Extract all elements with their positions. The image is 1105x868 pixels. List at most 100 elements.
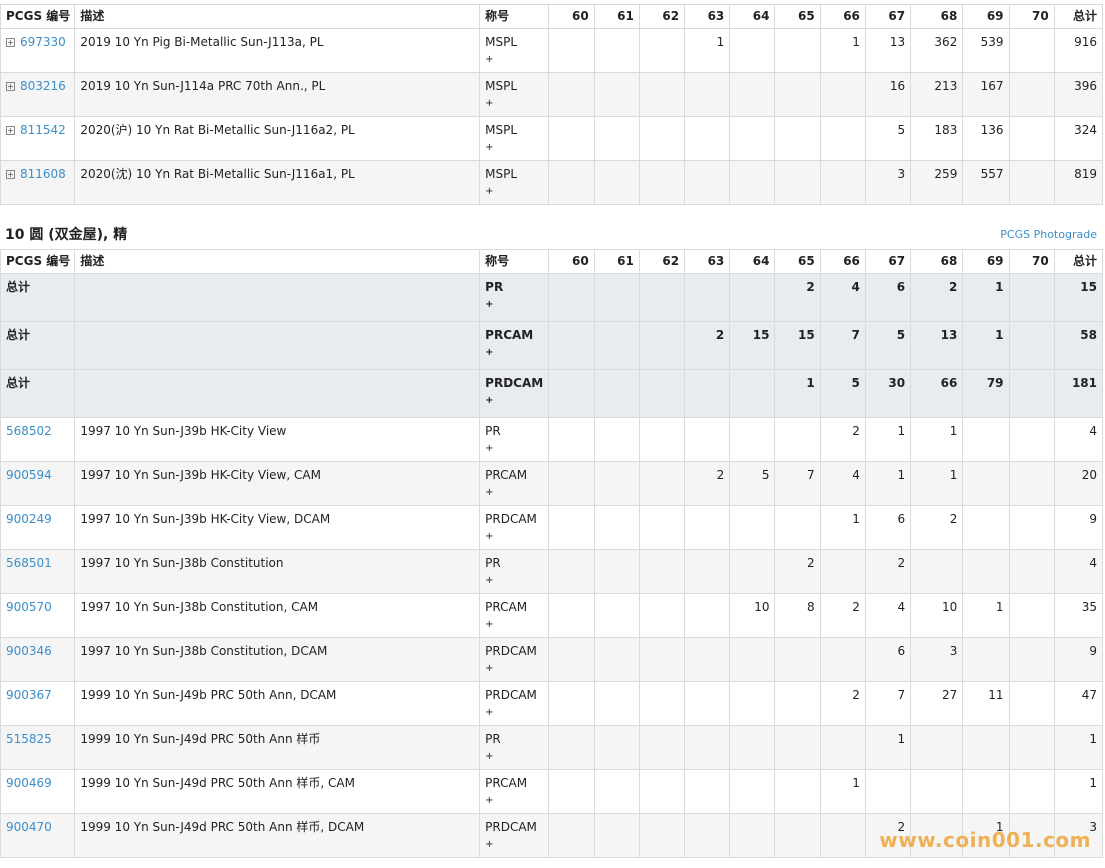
grade-cell[interactable]: 2 [684,461,731,506]
grade-cell[interactable]: 4 [819,461,866,506]
grade-cell[interactable]: 259 [910,160,964,205]
column-header[interactable]: 称号 [479,4,550,29]
grade-cell[interactable]: 1 [774,369,821,418]
grade-cell[interactable]: 66 [910,369,964,418]
expand-icon[interactable]: + [6,170,15,179]
grade-cell[interactable]: 183 [910,116,964,161]
grade-cell[interactable]: 2 [819,681,866,726]
grade-cell[interactable]: 3 [910,637,964,682]
pcgs-code-link[interactable]: 900249 [6,512,52,526]
column-header[interactable]: 60 [548,249,595,274]
column-header[interactable]: 67 [864,4,912,29]
column-header[interactable]: 63 [684,249,731,274]
column-header[interactable]: 63 [684,4,731,29]
grade-cell[interactable]: 1 [864,725,912,770]
grade-cell[interactable]: 7 [819,321,866,370]
pcgs-code-link[interactable]: 697330 [20,35,66,49]
column-header[interactable]: 62 [638,249,686,274]
grade-cell[interactable]: 1 [819,769,866,814]
total-cell[interactable]: 20 [1053,461,1104,506]
grade-cell[interactable]: 8 [774,593,821,638]
total-cell[interactable]: 35 [1053,593,1104,638]
pcgs-code-link[interactable]: 803216 [20,79,66,93]
grade-cell[interactable]: 1 [819,28,866,73]
grade-cell[interactable]: 539 [962,28,1010,73]
total-cell[interactable]: 1 [1053,769,1104,814]
grade-cell[interactable]: 15 [729,321,776,370]
total-cell[interactable]: 1 [1053,725,1104,770]
column-header[interactable]: 64 [729,249,776,274]
grade-cell[interactable]: 10 [910,593,964,638]
total-cell[interactable]: 916 [1053,28,1104,73]
grade-cell[interactable]: 6 [864,637,912,682]
grade-cell[interactable]: 13 [864,28,912,73]
pcgs-code-link[interactable]: 900594 [6,468,52,482]
column-header[interactable]: 70 [1008,249,1055,274]
total-cell[interactable]: 15 [1053,273,1104,322]
pcgs-code-link[interactable]: 900470 [6,820,52,834]
pcgs-code-link[interactable]: 568502 [6,424,52,438]
grade-cell[interactable]: 30 [864,369,912,418]
grade-cell[interactable]: 4 [864,593,912,638]
column-header[interactable]: 68 [910,249,964,274]
grade-cell[interactable]: 2 [910,505,964,550]
expand-icon[interactable]: + [6,82,15,91]
grade-cell[interactable]: 136 [962,116,1010,161]
grade-cell[interactable]: 1 [819,505,866,550]
grade-cell[interactable]: 167 [962,72,1010,117]
grade-cell[interactable]: 1 [962,593,1010,638]
grade-cell[interactable]: 7 [864,681,912,726]
pcgs-code-link[interactable]: 811542 [20,123,66,137]
grade-cell[interactable]: 1 [910,461,964,506]
pcgs-code-link[interactable]: 900570 [6,600,52,614]
grade-cell[interactable]: 11 [962,681,1010,726]
column-header[interactable]: 总计 [1053,4,1104,29]
total-cell[interactable]: 819 [1053,160,1104,205]
grade-cell[interactable]: 16 [864,72,912,117]
grade-cell[interactable]: 5 [864,116,912,161]
pcgs-code-link[interactable]: 811608 [20,167,66,181]
column-header[interactable]: 64 [729,4,776,29]
total-cell[interactable]: 58 [1053,321,1104,370]
grade-cell[interactable]: 27 [910,681,964,726]
pcgs-code-link[interactable]: 900469 [6,776,52,790]
column-header[interactable]: 61 [593,4,640,29]
grade-cell[interactable]: 1 [910,417,964,462]
expand-icon[interactable]: + [6,126,15,135]
grade-cell[interactable]: 1 [962,321,1010,370]
grade-cell[interactable]: 2 [774,549,821,594]
total-cell[interactable]: 47 [1053,681,1104,726]
total-cell[interactable]: 9 [1053,505,1104,550]
grade-cell[interactable]: 2 [819,417,866,462]
total-cell[interactable]: 4 [1053,549,1104,594]
grade-cell[interactable]: 1 [864,417,912,462]
pcgs-code-link[interactable]: 900346 [6,644,52,658]
pcgs-code-link[interactable]: 900367 [6,688,52,702]
grade-cell[interactable]: 10 [729,593,776,638]
column-header[interactable]: 68 [910,4,964,29]
column-header[interactable]: PCGS 编号 [0,4,76,29]
grade-cell[interactable]: 1 [864,461,912,506]
column-header[interactable]: 66 [819,249,866,274]
grade-cell[interactable]: 2 [774,273,821,322]
column-header[interactable]: 65 [774,249,821,274]
column-header[interactable]: 70 [1008,4,1055,29]
grade-cell[interactable]: 13 [910,321,964,370]
photograde-link[interactable]: PCGS Photograde [1000,228,1097,241]
grade-cell[interactable]: 4 [819,273,866,322]
grade-cell[interactable]: 1 [962,273,1010,322]
grade-cell[interactable]: 6 [864,505,912,550]
grade-cell[interactable]: 7 [774,461,821,506]
grade-cell[interactable]: 2 [864,549,912,594]
column-header[interactable]: 66 [819,4,866,29]
column-header[interactable]: PCGS 编号 [0,249,76,274]
column-header[interactable]: 69 [962,249,1010,274]
grade-cell[interactable]: 557 [962,160,1010,205]
total-cell[interactable]: 4 [1053,417,1104,462]
grade-cell[interactable]: 213 [910,72,964,117]
column-header[interactable]: 65 [774,4,821,29]
grade-cell[interactable]: 362 [910,28,964,73]
grade-cell[interactable]: 2 [684,321,731,370]
total-cell[interactable]: 181 [1053,369,1104,418]
total-cell[interactable]: 9 [1053,637,1104,682]
